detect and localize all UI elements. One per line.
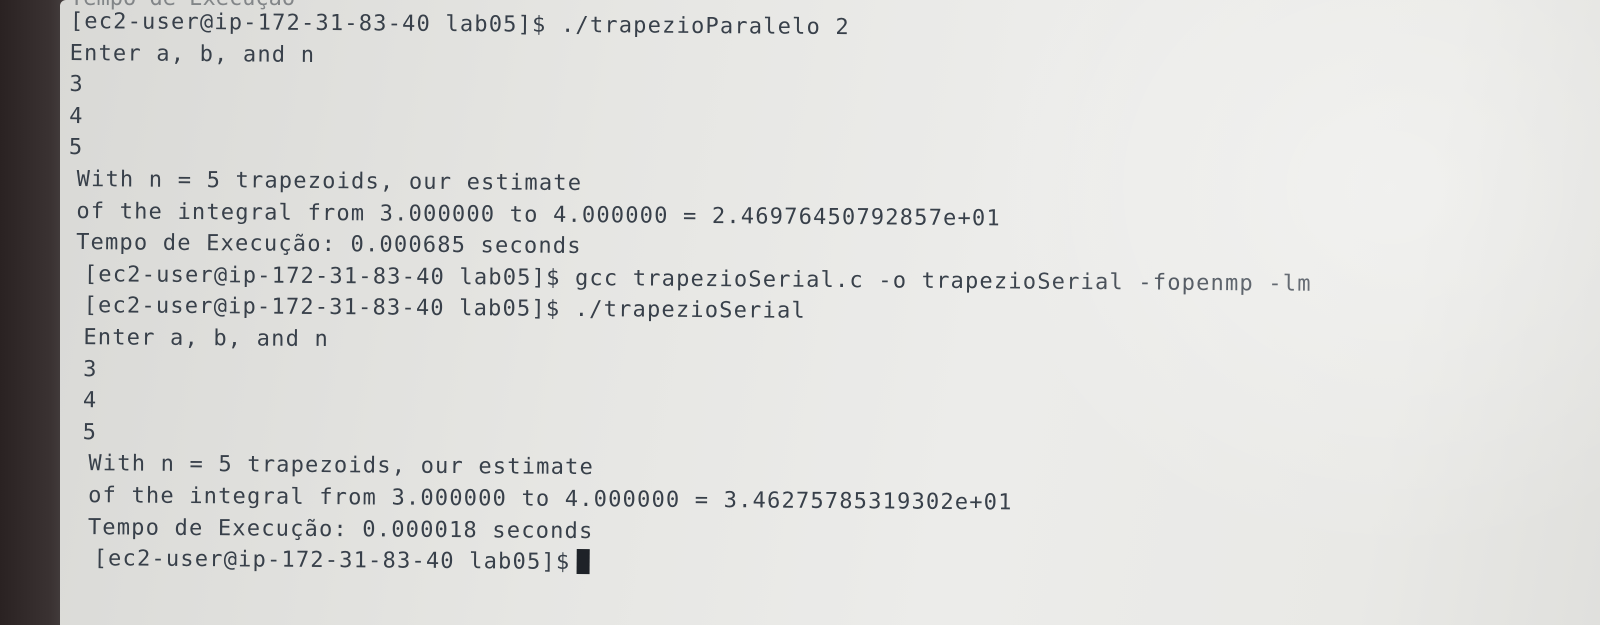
text-cursor xyxy=(576,549,590,575)
shell-prompt: [ec2-user@ip-172-31-83-40 lab05]$ xyxy=(93,546,571,576)
terminal-output[interactable]: [ec2-user@ip-172-31-83-40 lab05]$ ./trap… xyxy=(66,6,1570,586)
photo-frame: Tempo de Execução [ec2-user@ip-172-31-83… xyxy=(0,0,1600,625)
